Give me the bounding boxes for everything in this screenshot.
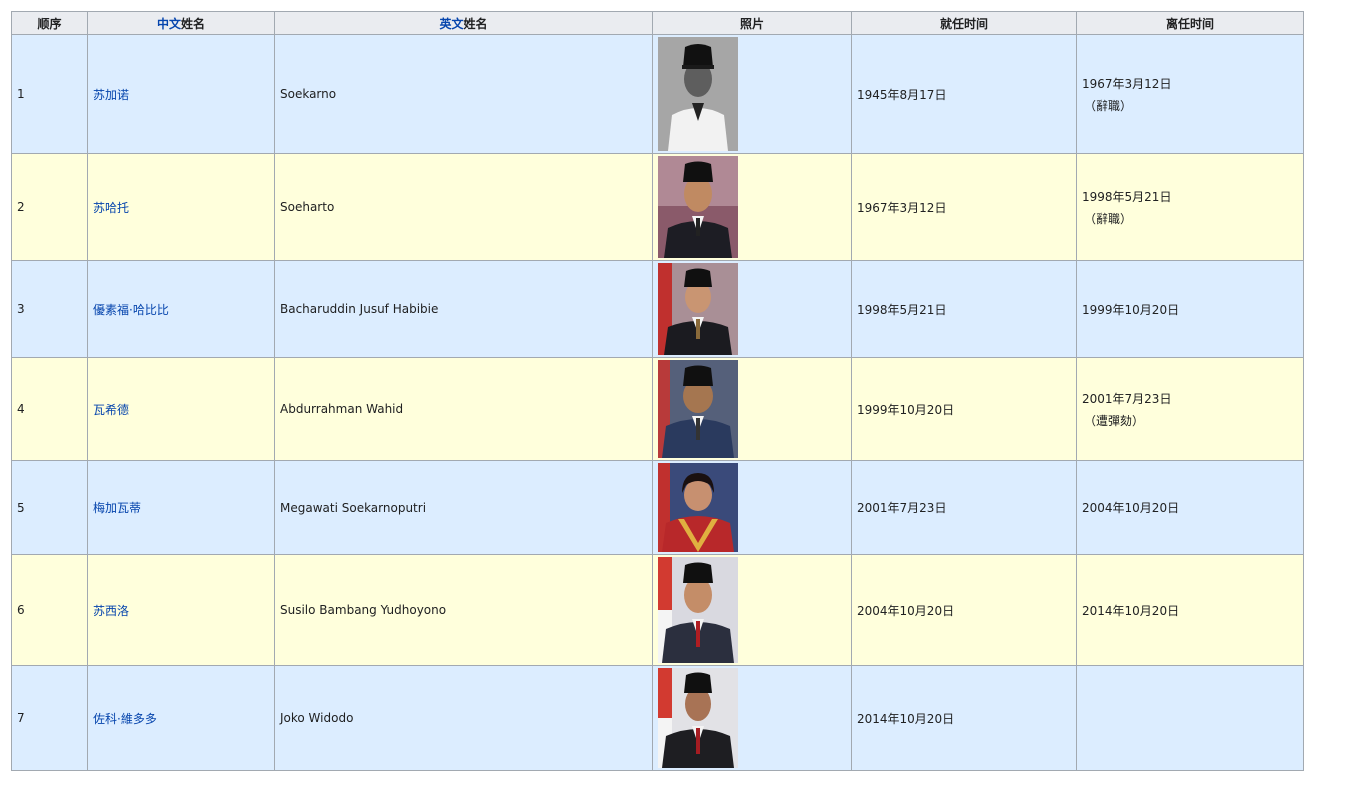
header-end: 离任时间 xyxy=(1076,11,1304,35)
row-start: 1967年3月12日 xyxy=(851,153,1077,261)
header-en-link[interactable]: 英文 xyxy=(439,17,463,31)
habibie-portrait[interactable] xyxy=(658,263,738,355)
president-link[interactable]: 優素福·哈比比 xyxy=(93,303,169,317)
row-cn-name: 瓦希德 xyxy=(87,357,275,461)
row-en-name: Megawati Soekarnoputri xyxy=(274,460,653,555)
row-en-name: Soekarno xyxy=(274,34,653,154)
table-row: 6 苏西洛 Susilo Bambang Yudhoyono 2004年10月2… xyxy=(11,554,1304,666)
header-photo: 照片 xyxy=(652,11,852,35)
president-link[interactable]: 佐科·維多多 xyxy=(93,712,157,726)
end-date: 1999年10月20日 xyxy=(1082,302,1180,317)
soeharto-portrait[interactable] xyxy=(658,156,738,258)
row-photo xyxy=(652,153,852,261)
row-start: 2001年7月23日 xyxy=(851,460,1077,555)
table-row: 3 優素福·哈比比 Bacharuddin Jusuf Habibie 1998… xyxy=(11,260,1304,358)
header-cn-suffix: 姓名 xyxy=(181,16,206,31)
row-cn-name: 優素福·哈比比 xyxy=(87,260,275,358)
president-link[interactable]: 瓦希德 xyxy=(93,403,129,417)
end-date: 1967年3月12日 xyxy=(1082,76,1172,91)
row-end: 1998年5月21日 （辭職） xyxy=(1076,153,1304,261)
row-index: 2 xyxy=(11,153,88,261)
row-cn-name: 佐科·維多多 xyxy=(87,665,275,771)
row-cn-name: 苏加诺 xyxy=(87,34,275,154)
row-end: 1967年3月12日 （辭職） xyxy=(1076,34,1304,154)
row-index: 4 xyxy=(11,357,88,461)
president-link[interactable]: 苏加诺 xyxy=(93,88,129,102)
row-photo xyxy=(652,357,852,461)
table-row: 1 苏加诺 Soekarno 1945年8月17日 1967年3月12日 （辭職… xyxy=(11,34,1304,154)
row-index: 3 xyxy=(11,260,88,358)
header-cn-link[interactable]: 中文 xyxy=(157,17,181,31)
row-start: 1999年10月20日 xyxy=(851,357,1077,461)
row-en-name: Susilo Bambang Yudhoyono xyxy=(274,554,653,666)
row-photo xyxy=(652,554,852,666)
row-photo xyxy=(652,260,852,358)
end-date: 2001年7月23日 xyxy=(1082,391,1172,406)
row-end: 1999年10月20日 xyxy=(1076,260,1304,358)
row-cn-name: 梅加瓦蒂 xyxy=(87,460,275,555)
end-date: 1998年5月21日 xyxy=(1082,189,1172,204)
end-date: 2014年10月20日 xyxy=(1082,603,1180,618)
row-end: 2014年10月20日 xyxy=(1076,554,1304,666)
header-en-suffix: 姓名 xyxy=(463,16,488,31)
soekarno-portrait[interactable] xyxy=(658,37,738,151)
row-en-name: Bacharuddin Jusuf Habibie xyxy=(274,260,653,358)
row-index: 5 xyxy=(11,460,88,555)
header-index: 顺序 xyxy=(11,11,88,35)
row-en-name: Abdurrahman Wahid xyxy=(274,357,653,461)
row-en-name: Joko Widodo xyxy=(274,665,653,771)
end-note: （辭職） xyxy=(1084,211,1133,226)
row-cn-name: 苏西洛 xyxy=(87,554,275,666)
presidents-table: 顺序 中文姓名 英文姓名 照片 就任时间 离任时间 1 苏加诺 Soekarno xyxy=(11,11,1304,771)
row-en-name: Soeharto xyxy=(274,153,653,261)
yudhoyono-portrait[interactable] xyxy=(658,557,738,663)
header-row: 顺序 中文姓名 英文姓名 照片 就任时间 离任时间 xyxy=(11,11,1304,35)
end-date: 2004年10月20日 xyxy=(1082,501,1180,515)
row-start: 1945年8月17日 xyxy=(851,34,1077,154)
row-start: 2004年10月20日 xyxy=(851,554,1077,666)
wahid-portrait[interactable] xyxy=(658,360,738,458)
row-photo xyxy=(652,34,852,154)
row-photo xyxy=(652,460,852,555)
table-row: 4 瓦希德 Abdurrahman Wahid 1999年10月20日 2001… xyxy=(11,357,1304,461)
header-cn-name: 中文姓名 xyxy=(87,11,275,35)
row-index: 6 xyxy=(11,554,88,666)
president-link[interactable]: 梅加瓦蒂 xyxy=(93,501,141,515)
row-end: 2001年7月23日 （遭彈劾） xyxy=(1076,357,1304,461)
row-cn-name: 苏哈托 xyxy=(87,153,275,261)
row-start: 1998年5月21日 xyxy=(851,260,1077,358)
row-photo xyxy=(652,665,852,771)
megawati-portrait[interactable] xyxy=(658,463,738,552)
row-index: 7 xyxy=(11,665,88,771)
row-start: 2014年10月20日 xyxy=(851,665,1077,771)
end-note: （遭彈劾） xyxy=(1084,413,1145,428)
header-start: 就任时间 xyxy=(851,11,1077,35)
widodo-portrait[interactable] xyxy=(658,668,738,768)
table-row: 5 梅加瓦蒂 Megawati Soekarnoputri 2001年7月23日… xyxy=(11,460,1304,555)
header-en-name: 英文姓名 xyxy=(274,11,653,35)
end-note: （辭職） xyxy=(1084,98,1133,113)
president-link[interactable]: 苏西洛 xyxy=(93,604,129,618)
row-end: 2004年10月20日 xyxy=(1076,460,1304,555)
row-index: 1 xyxy=(11,34,88,154)
table-row: 7 佐科·維多多 Joko Widodo 2014年10月20日 xyxy=(11,665,1304,771)
row-end xyxy=(1076,665,1304,771)
table-row: 2 苏哈托 Soeharto 1967年3月12日 1998年5月21日 （辭職… xyxy=(11,153,1304,261)
president-link[interactable]: 苏哈托 xyxy=(93,201,129,215)
